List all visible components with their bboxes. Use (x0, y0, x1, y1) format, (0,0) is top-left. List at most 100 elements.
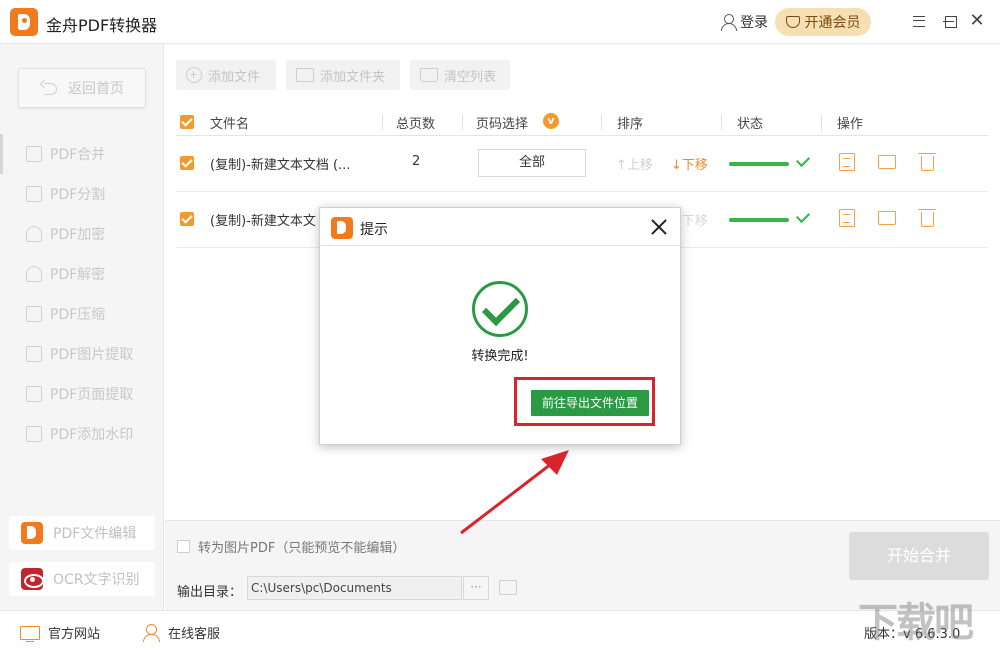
sidebar-item-label: PDF解密 (50, 267, 106, 283)
basket-icon (420, 68, 438, 82)
clear-list-label: 清空列表 (444, 69, 497, 85)
sidebar-item-label: PDF合并 (50, 147, 106, 163)
watermark-logo: 下载吧 (858, 600, 974, 646)
page-count: 2 (412, 154, 421, 169)
close-icon[interactable] (648, 216, 670, 238)
diamond-icon (785, 16, 800, 28)
browse-button[interactable]: ··· (463, 576, 489, 600)
sidebar: 返回首页 PDF合并 PDF分割 PDF加密 PDF解密 PDF压缩 PDF图片… (0, 44, 164, 610)
page-select-toggle[interactable]: v (543, 113, 559, 129)
vip-button[interactable]: 开通会员 (775, 8, 871, 36)
image-icon (26, 346, 42, 362)
pdf-edit-tool[interactable]: PDF文件编辑 (9, 516, 155, 550)
app-logo-icon (331, 217, 353, 239)
dialog-message: 转换完成! (471, 349, 529, 364)
success-check-icon (472, 281, 528, 337)
output-dir-label: 输出目录： (177, 585, 243, 600)
file-name: (复制)-新建文本文 (210, 214, 316, 229)
sidebar-item-merge[interactable]: PDF合并 (0, 134, 163, 174)
trash-icon[interactable] (918, 209, 936, 227)
online-support-link[interactable]: 在线客服 (142, 623, 220, 642)
check-icon (795, 208, 811, 224)
page-range-input[interactable]: 全部 (478, 149, 586, 177)
split-icon (26, 186, 42, 202)
add-folder-label: 添加文件夹 (320, 69, 386, 85)
website-label: 官方网站 (48, 627, 101, 642)
plus-circle-icon (186, 67, 202, 83)
header-sort: 排序 (617, 117, 644, 132)
folder-icon (296, 68, 314, 82)
folder-open-icon[interactable] (878, 155, 896, 169)
sidebar-item-watermark[interactable]: PDF添加水印 (0, 414, 163, 454)
clear-list-button[interactable]: 清空列表 (410, 60, 510, 90)
compress-icon (26, 306, 42, 322)
progress-bar (729, 162, 789, 166)
page-icon (26, 386, 42, 402)
ocr-label: OCR文字识别 (53, 572, 140, 588)
output-path-input[interactable]: C:\Users\pc\Documents (247, 576, 462, 600)
app-title: 金舟PDF转换器 (46, 16, 158, 35)
add-folder-button[interactable]: 添加文件夹 (286, 60, 400, 90)
add-file-button[interactable]: 添加文件 (176, 60, 276, 90)
move-up-button[interactable]: ↑上移 (616, 154, 653, 173)
back-home-button[interactable]: 返回首页 (18, 68, 146, 108)
sidebar-item-compress[interactable]: PDF压缩 (0, 294, 163, 334)
shield-minus-icon (26, 266, 42, 282)
table-row: (复制)-新建文本文档 (... 2 全部 ↑上移 ↓下移 (176, 136, 988, 192)
back-home-label: 返回首页 (68, 81, 124, 97)
sidebar-item-split[interactable]: PDF分割 (0, 174, 163, 214)
document-icon[interactable] (839, 209, 855, 227)
sidebar-item-image-extract[interactable]: PDF图片提取 (0, 334, 163, 374)
dialog-title: 提示 (360, 222, 388, 238)
add-file-label: 添加文件 (208, 69, 261, 85)
row-checkbox[interactable] (180, 212, 194, 226)
column-divider (462, 114, 463, 130)
sidebar-item-label: PDF页面提取 (50, 387, 134, 403)
sidebar-item-label: PDF压缩 (50, 307, 106, 323)
image-pdf-label: 转为图片PDF（只能预览不能编辑） (198, 541, 406, 556)
merge-icon (26, 146, 42, 162)
official-website-link[interactable]: 官方网站 (20, 623, 100, 642)
pdf-edit-icon (21, 522, 43, 544)
image-pdf-option[interactable]: 转为图片PDF（只能预览不能编辑） (177, 537, 405, 556)
ocr-eye-icon (21, 568, 44, 590)
login-label: 登录 (740, 15, 768, 31)
sidebar-item-decrypt[interactable]: PDF解密 (0, 254, 163, 294)
sidebar-item-encrypt[interactable]: PDF加密 (0, 214, 163, 254)
check-icon (795, 152, 811, 168)
header-status: 状态 (737, 117, 764, 132)
vip-label: 开通会员 (804, 15, 861, 31)
header-total-pages: 总页数 (396, 117, 436, 132)
highlight-box (514, 377, 655, 426)
header-file-name: 文件名 (210, 117, 250, 132)
document-icon[interactable] (839, 153, 855, 171)
column-divider (721, 114, 722, 130)
sidebar-item-label: PDF图片提取 (50, 347, 134, 363)
pdf-edit-label: PDF文件编辑 (53, 526, 137, 542)
login-button[interactable]: 登录 (720, 12, 768, 32)
select-all-checkbox[interactable] (180, 115, 194, 129)
user-icon (720, 14, 737, 31)
folder-open-icon[interactable] (878, 211, 896, 225)
app-logo-icon (10, 8, 38, 36)
row-checkbox[interactable] (180, 156, 194, 170)
watermark-icon (26, 426, 42, 442)
back-arrow-icon (40, 81, 58, 95)
open-folder-icon[interactable] (499, 580, 517, 595)
file-name: (复制)-新建文本文档 (... (210, 158, 351, 173)
close-icon[interactable]: ✕ (966, 10, 988, 32)
sidebar-item-page-extract[interactable]: PDF页面提取 (0, 374, 163, 414)
header-page-select: 页码选择 (476, 117, 529, 132)
sidebar-item-label: PDF添加水印 (50, 427, 134, 443)
ocr-tool[interactable]: OCR文字识别 (9, 562, 155, 596)
move-down-button[interactable]: ↓下移 (671, 154, 708, 173)
header-actions: 操作 (837, 117, 864, 132)
maximize-icon[interactable] (939, 10, 961, 32)
trash-icon[interactable] (918, 153, 936, 171)
dialog-title-bar: 提示 (320, 208, 680, 246)
sidebar-item-label: PDF分割 (50, 187, 106, 203)
menu-icon[interactable] (908, 10, 930, 32)
image-pdf-checkbox[interactable] (177, 540, 190, 553)
column-divider (601, 114, 602, 130)
start-merge-button[interactable]: 开始合并 (849, 532, 989, 580)
